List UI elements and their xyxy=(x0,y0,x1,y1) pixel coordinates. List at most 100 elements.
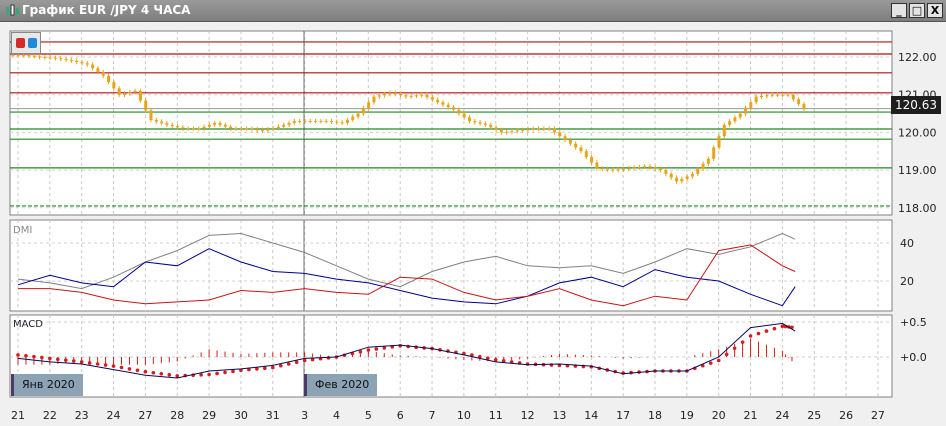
candle-body xyxy=(701,163,705,169)
signal-dot xyxy=(40,355,44,360)
candle-body xyxy=(69,59,73,61)
candle-body xyxy=(271,128,275,130)
date-tick-label: 3 xyxy=(301,409,308,422)
window-title: График EUR /JPY 4 ЧАСА xyxy=(22,3,191,17)
date-tick-label: 19 xyxy=(680,409,694,422)
candle-body xyxy=(176,126,180,128)
candle-body xyxy=(547,128,551,130)
candle-body xyxy=(744,107,748,114)
candle-body xyxy=(462,113,466,118)
price-tick-label: 120.00 xyxy=(898,126,937,139)
candle-body xyxy=(537,128,541,130)
signal-dot xyxy=(740,340,745,344)
candle-body xyxy=(223,124,227,127)
candle-body xyxy=(218,122,222,125)
signal-dot xyxy=(231,369,235,374)
candle-body xyxy=(637,166,641,168)
candle-body xyxy=(112,82,116,89)
candle-body xyxy=(324,121,328,123)
current-price-label: 120.63 xyxy=(891,96,941,114)
date-tick-label: 23 xyxy=(75,409,89,422)
candle-body xyxy=(515,130,519,132)
candle-body xyxy=(75,60,79,63)
chart-area[interactable]: 122.00121.00120.00119.00118.004020DMI+0.… xyxy=(0,22,946,426)
signal-dot xyxy=(525,362,530,366)
candle-body xyxy=(101,72,105,76)
date-tick-label: 18 xyxy=(648,409,662,422)
candle-body xyxy=(696,168,700,174)
minimize-button[interactable]: _ xyxy=(891,3,907,18)
price-tick-label: 122.00 xyxy=(898,51,937,64)
candle-body xyxy=(361,107,365,114)
color-legend[interactable] xyxy=(11,32,41,54)
candle-body xyxy=(595,162,599,169)
candle-body xyxy=(282,124,286,127)
candle-body xyxy=(781,94,785,96)
candle-body xyxy=(489,124,493,128)
signal-dot xyxy=(263,366,267,371)
signal-dot xyxy=(732,346,737,351)
candle-body xyxy=(377,95,381,97)
candle-body xyxy=(627,168,631,170)
candle-body xyxy=(510,131,514,133)
candle-body xyxy=(770,94,774,96)
dmi-label: DMI xyxy=(13,225,32,236)
candle-body xyxy=(611,169,615,171)
signal-dot xyxy=(278,363,283,368)
candle-body xyxy=(170,124,174,127)
price-tick-label: 118.00 xyxy=(898,202,937,215)
blue-square-icon xyxy=(28,38,37,48)
candle-body xyxy=(340,122,344,124)
candle-body xyxy=(314,121,318,123)
candle-body xyxy=(531,128,535,130)
candle-body xyxy=(356,113,360,117)
signal-dot xyxy=(366,348,371,352)
candle-body xyxy=(706,158,710,164)
candle-body xyxy=(643,166,647,168)
candle-body xyxy=(191,128,195,130)
date-tick-label: 27 xyxy=(138,409,152,422)
signal-dot xyxy=(175,374,180,378)
candle-body xyxy=(558,132,562,137)
candle-body xyxy=(59,58,63,60)
candle-body xyxy=(276,126,280,129)
candle-body xyxy=(197,128,201,130)
candle-body xyxy=(765,95,769,97)
dmi-tick-label: 40 xyxy=(900,237,914,250)
signal-dot xyxy=(724,352,729,357)
candle-body xyxy=(383,94,387,96)
candle-body xyxy=(494,127,498,130)
macd-tick-label: +0.5 xyxy=(900,316,927,329)
signal-dot xyxy=(764,329,769,333)
candle-body xyxy=(409,95,413,97)
signal-dot xyxy=(103,363,108,367)
macd-panel xyxy=(9,314,893,398)
date-tick-label: 11 xyxy=(489,409,503,422)
signal-dot xyxy=(756,331,761,336)
candle-body xyxy=(298,121,302,123)
candle-body xyxy=(80,62,84,64)
candle-body xyxy=(452,107,456,110)
date-tick-label: 26 xyxy=(839,409,853,422)
signal-dot xyxy=(32,354,36,359)
close-button[interactable]: X xyxy=(927,3,943,18)
candle-body xyxy=(367,102,371,108)
candle-body xyxy=(685,176,689,179)
signal-dot xyxy=(207,372,211,377)
candle-body xyxy=(27,55,31,57)
candle-body xyxy=(653,167,657,169)
candle-body xyxy=(420,94,424,96)
candle-body xyxy=(388,92,392,95)
price-tick-label: 119.00 xyxy=(898,164,937,177)
chart-icon xyxy=(6,4,19,16)
candle-body xyxy=(11,55,15,57)
candle-body xyxy=(749,102,753,108)
candle-body xyxy=(574,143,578,148)
candle-body xyxy=(791,94,795,100)
date-tick-label: 29 xyxy=(202,409,216,422)
maximize-button[interactable]: □ xyxy=(909,3,925,18)
signal-dot xyxy=(111,364,116,368)
candle-body xyxy=(404,95,408,97)
signal-dot xyxy=(159,372,164,376)
signal-dot xyxy=(87,361,92,365)
